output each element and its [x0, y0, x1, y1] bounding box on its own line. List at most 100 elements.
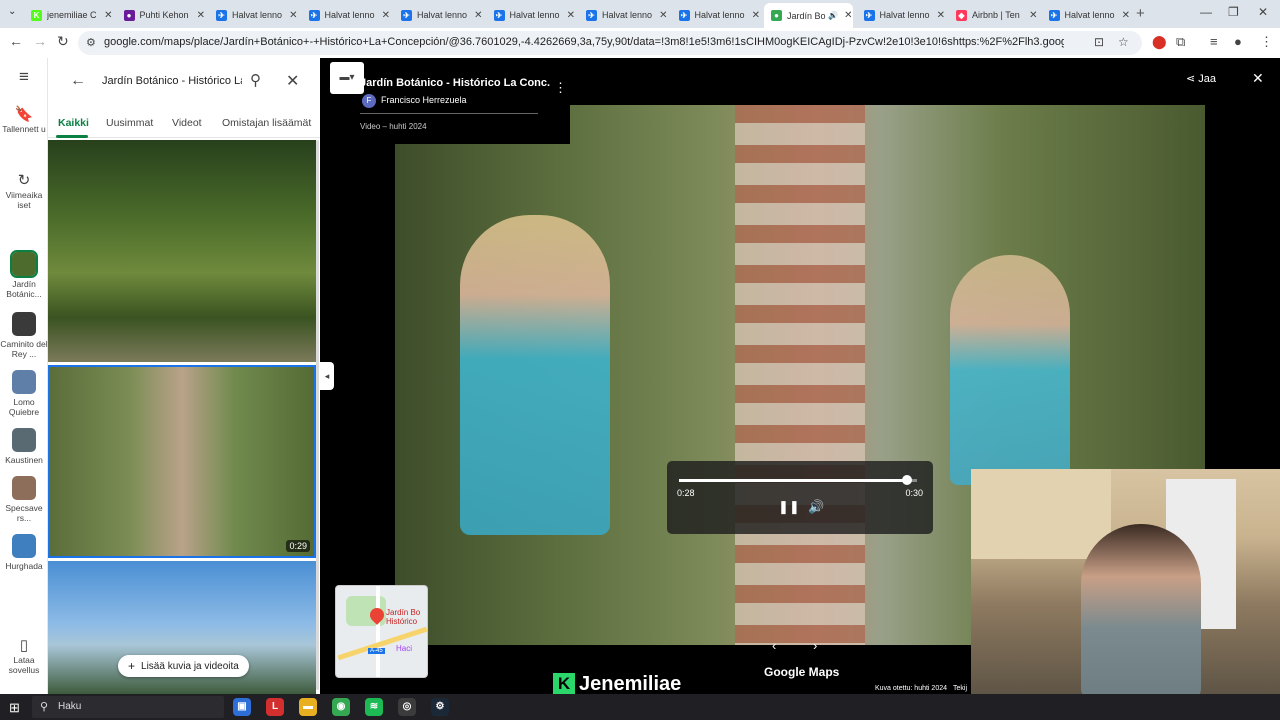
app-l-icon[interactable]: L [266, 698, 284, 716]
bookmark-star-icon[interactable]: ☆ [1118, 35, 1129, 49]
browser-tab[interactable]: ✈ Halvat lenno ✕ [857, 4, 945, 26]
address-bar[interactable]: ⚙ google.com/maps/place/Jardín+Botánico+… [78, 31, 1142, 55]
sidebar-item-label: Tallennett u [2, 124, 46, 134]
media-controls-icon[interactable]: ≡ [1210, 34, 1218, 49]
close-tab-icon[interactable]: ✕ [104, 10, 112, 21]
video-thumbnail-selected[interactable]: 0:29 [48, 365, 316, 558]
back-arrow-icon[interactable]: ← [70, 72, 86, 90]
credits-label[interactable]: Tekij [953, 685, 967, 692]
install-app-icon[interactable]: ⊡ [1094, 35, 1104, 49]
close-tab-icon[interactable]: ✕ [659, 10, 667, 21]
pause-icon[interactable]: ❚❚ [778, 499, 800, 515]
sidebar-item[interactable]: Specsave rs... [0, 476, 48, 523]
site-info-icon[interactable]: ⚙ [86, 36, 96, 49]
volume-icon[interactable]: 🔊 [808, 499, 824, 515]
hamburger-menu-icon[interactable]: ≡ [0, 68, 48, 86]
map-road-label: A-45 [368, 648, 385, 654]
browser-tab[interactable]: ✈ Halvat lenno ✕ [579, 4, 668, 26]
extension-red-icon[interactable]: ⬤ [1152, 34, 1167, 50]
clear-search-icon[interactable]: ✕ [286, 71, 299, 91]
download-app-item[interactable]: ▯ Lataa sovellus [0, 638, 48, 675]
obs-icon[interactable]: ◎ [398, 698, 416, 716]
video-progress-bar[interactable] [679, 475, 917, 485]
sidebar-item[interactable]: ↻ Viimeaika iset [0, 173, 48, 210]
speaker-icon[interactable]: 🔊 [828, 11, 838, 20]
chrome-menu-icon[interactable]: ⋮ [1260, 34, 1273, 50]
place-thumbnail [12, 312, 36, 336]
progress-knob[interactable] [902, 475, 913, 485]
next-media-icon[interactable]: › [813, 638, 817, 653]
spotify-icon[interactable]: ≋ [365, 698, 383, 716]
share-button[interactable]: ⋖ Jaa [1186, 72, 1216, 85]
windows-start-icon[interactable]: ⊞ [9, 700, 20, 716]
tab-title: Halvat lenno [417, 10, 468, 20]
back-icon[interactable]: ← [9, 33, 23, 49]
more-options-icon[interactable]: ⋮ [554, 80, 567, 96]
previous-media-icon[interactable]: ‹ [772, 638, 776, 653]
close-tab-icon[interactable]: ✕ [752, 10, 760, 21]
mini-map[interactable]: Jardín Bo Histórico A-45 Haci [335, 585, 428, 678]
sidebar-item-label: Kaustinen [5, 455, 43, 465]
browser-tab[interactable]: ✈ Halvat lenno ✕ [209, 4, 298, 26]
sidebar-item[interactable]: Jardín Botánic... [0, 250, 48, 299]
chrome-icon[interactable]: ◉ [332, 698, 350, 716]
close-tab-icon[interactable]: ✕ [1122, 10, 1130, 21]
new-tab-button[interactable]: + [1136, 5, 1145, 22]
photo-thumbnail[interactable] [48, 140, 316, 362]
tab-title: Halvat lenno [694, 10, 745, 20]
close-tab-icon[interactable]: ✕ [567, 10, 575, 21]
sidebar-item[interactable]: Hurghada [0, 534, 48, 571]
minimize-window-button[interactable]: — [1200, 5, 1212, 19]
browser-tab[interactable]: ◆ Airbnb | Ten ✕ [949, 4, 1038, 26]
steam-icon[interactable]: ⚙ [431, 698, 449, 716]
close-window-button[interactable]: ✕ [1258, 5, 1268, 19]
author-avatar[interactable]: F [362, 94, 376, 108]
close-tab-icon[interactable]: ✕ [844, 10, 852, 21]
view-mode-dropdown[interactable]: ▬▾ [330, 62, 364, 94]
browser-tab[interactable]: ✈ Halvat lenno ✕ [394, 4, 483, 26]
browser-tab[interactable]: ✈ Halvat lenno ✕ [1042, 4, 1130, 26]
close-tab-icon[interactable]: ✕ [474, 10, 482, 21]
add-photos-button[interactable]: + Lisää kuvia ja videoita [118, 655, 249, 677]
browser-tab[interactable]: ● Jardín Bo 🔊 ✕ [764, 3, 853, 28]
store-icon[interactable]: ▣ [233, 698, 251, 716]
url-text[interactable]: google.com/maps/place/Jardín+Botánico+-+… [104, 36, 1064, 48]
close-viewer-icon[interactable]: ✕ [1252, 70, 1264, 87]
close-tab-icon[interactable]: ✕ [382, 10, 390, 21]
close-tab-icon[interactable]: ✕ [937, 10, 945, 21]
browser-tab[interactable]: ✈ Halvat lenno ✕ [672, 4, 760, 26]
author-name[interactable]: Francisco Herrezuela [381, 95, 467, 105]
reload-icon[interactable]: ↻ [57, 33, 69, 50]
file-explorer-icon[interactable]: ▬ [299, 698, 317, 716]
panel-scrollbar[interactable] [316, 140, 319, 690]
close-tab-icon[interactable]: ✕ [289, 10, 297, 21]
sidebar-item[interactable]: 🔖 Tallennett u [0, 107, 48, 134]
forward-icon[interactable]: → [33, 33, 47, 49]
search-icon[interactable]: ⚲ [250, 71, 261, 89]
tab-owner-added[interactable]: Omistajan lisäämät [222, 117, 311, 129]
browser-tab[interactable]: ● Puhti Kehon ✕ [117, 4, 205, 26]
search-input[interactable]: Jardín Botánico - Histórico La [102, 75, 242, 87]
tab-all[interactable]: Kaikki [58, 117, 89, 129]
tab-search-chevron-icon[interactable]: ⌄ [8, 6, 16, 17]
browser-tab[interactable]: Kjenemiliae C ✕ [24, 4, 113, 26]
sidebar-item[interactable]: Caminito del Rey ... [0, 312, 48, 359]
collapse-panel-button[interactable]: ◂ [320, 362, 334, 390]
tab-videos[interactable]: Videot [172, 117, 202, 129]
maximize-window-button[interactable]: ❐ [1228, 5, 1239, 19]
video-controls: 0:28 0:30 ❚❚ 🔊 [667, 461, 933, 534]
close-tab-icon[interactable]: ✕ [197, 10, 205, 21]
profile-avatar[interactable]: ● [1234, 34, 1242, 49]
extensions-puzzle-icon[interactable]: ⧉ [1176, 34, 1185, 50]
current-time: 0:28 [677, 488, 695, 498]
browser-tab[interactable]: ✈ Halvat lenno ✕ [302, 4, 390, 26]
browser-tab[interactable]: ✈ Halvat lenno ✕ [487, 4, 575, 26]
taskbar-search[interactable]: ⚲ Haku [32, 696, 224, 718]
tab-newest[interactable]: Uusimmat [106, 117, 153, 129]
sidebar-item[interactable]: Lomo Quiebre [0, 370, 48, 417]
capture-date: Kuva otettu: huhti 2024 [875, 685, 947, 692]
close-tab-icon[interactable]: ✕ [1029, 10, 1037, 21]
place-thumbnail [10, 250, 38, 278]
sidebar-item[interactable]: Kaustinen [0, 428, 48, 465]
google-flights-icon: ✈ [308, 9, 320, 21]
